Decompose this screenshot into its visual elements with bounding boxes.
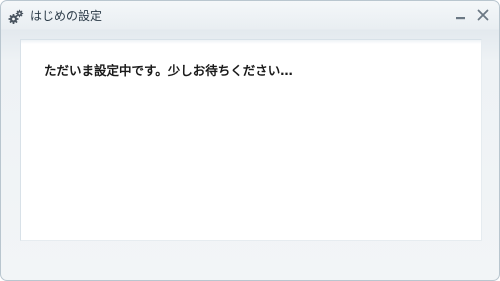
panel-shade — [21, 40, 481, 44]
close-button[interactable] — [475, 7, 491, 23]
content-panel: ただいま設定中です。少しお待ちください… — [20, 39, 482, 241]
minimize-button[interactable] — [453, 7, 469, 23]
setup-window: はじめの設定 ただいま設定中です。少しお待ちください… — [0, 0, 500, 281]
title-bar[interactable]: はじめの設定 — [1, 1, 499, 31]
gears-icon — [8, 9, 24, 25]
window-title: はじめの設定 — [30, 9, 103, 23]
close-icon — [477, 9, 489, 21]
minimize-icon — [456, 17, 465, 20]
status-message: ただいま設定中です。少しお待ちください… — [44, 63, 293, 78]
